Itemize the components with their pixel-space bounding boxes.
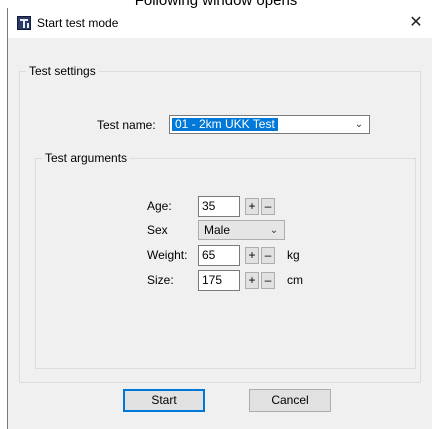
size-increment-button[interactable]: + <box>245 272 259 289</box>
close-button[interactable]: ✕ <box>400 8 432 38</box>
size-input[interactable]: 175 <box>198 270 240 291</box>
minus-icon: – <box>264 199 272 213</box>
minus-icon: – <box>264 248 272 262</box>
weight-label: Weight: <box>147 248 188 262</box>
page-caption-text: Following window opens <box>0 0 432 8</box>
test-name-combobox[interactable]: 01 - 2km UKK Test ⌄ <box>169 115 370 134</box>
weight-input[interactable]: 65 <box>198 245 240 266</box>
window-title: Start test mode <box>37 16 119 30</box>
sex-select[interactable]: Male ⌄ <box>198 220 285 240</box>
plus-icon: + <box>248 248 256 262</box>
size-decrement-button[interactable]: – <box>261 272 275 289</box>
weight-decrement-button[interactable]: – <box>261 247 275 264</box>
age-decrement-button[interactable]: – <box>261 198 275 215</box>
test-arguments-group: Test arguments Age: 35 + – Sex Male ⌄ We… <box>35 151 416 369</box>
test-name-label: Test name: <box>97 118 156 132</box>
page-caption: Following window opens <box>0 0 432 8</box>
close-icon: ✕ <box>409 14 423 31</box>
chevron-down-icon: ⌄ <box>354 119 364 130</box>
cancel-button[interactable]: Cancel <box>249 389 331 412</box>
plus-icon: + <box>248 273 256 287</box>
test-arguments-title: Test arguments <box>42 151 131 165</box>
plus-icon: + <box>248 199 256 213</box>
weight-unit: kg <box>287 248 300 262</box>
sex-selected-value: Male <box>204 223 231 237</box>
weight-increment-button[interactable]: + <box>245 247 259 264</box>
age-label: Age: <box>147 199 172 213</box>
sex-label: Sex <box>147 223 168 237</box>
chevron-down-icon: ⌄ <box>269 225 279 236</box>
start-test-mode-dialog: Start test mode ✕ Test settings Test nam… <box>7 8 432 429</box>
app-window-icon <box>17 16 31 30</box>
test-settings-title: Test settings <box>26 64 99 78</box>
test-name-selected-value: 01 - 2km UKK Test <box>172 118 278 131</box>
minus-icon: – <box>264 273 272 287</box>
size-unit: cm <box>287 273 303 287</box>
start-button[interactable]: Start <box>123 389 205 412</box>
test-settings-group: Test settings Test name: 01 - 2km UKK Te… <box>19 64 421 383</box>
age-increment-button[interactable]: + <box>245 198 259 215</box>
size-label: Size: <box>147 273 174 287</box>
age-input[interactable]: 35 <box>198 196 240 217</box>
title-bar: Start test mode ✕ <box>8 8 432 38</box>
